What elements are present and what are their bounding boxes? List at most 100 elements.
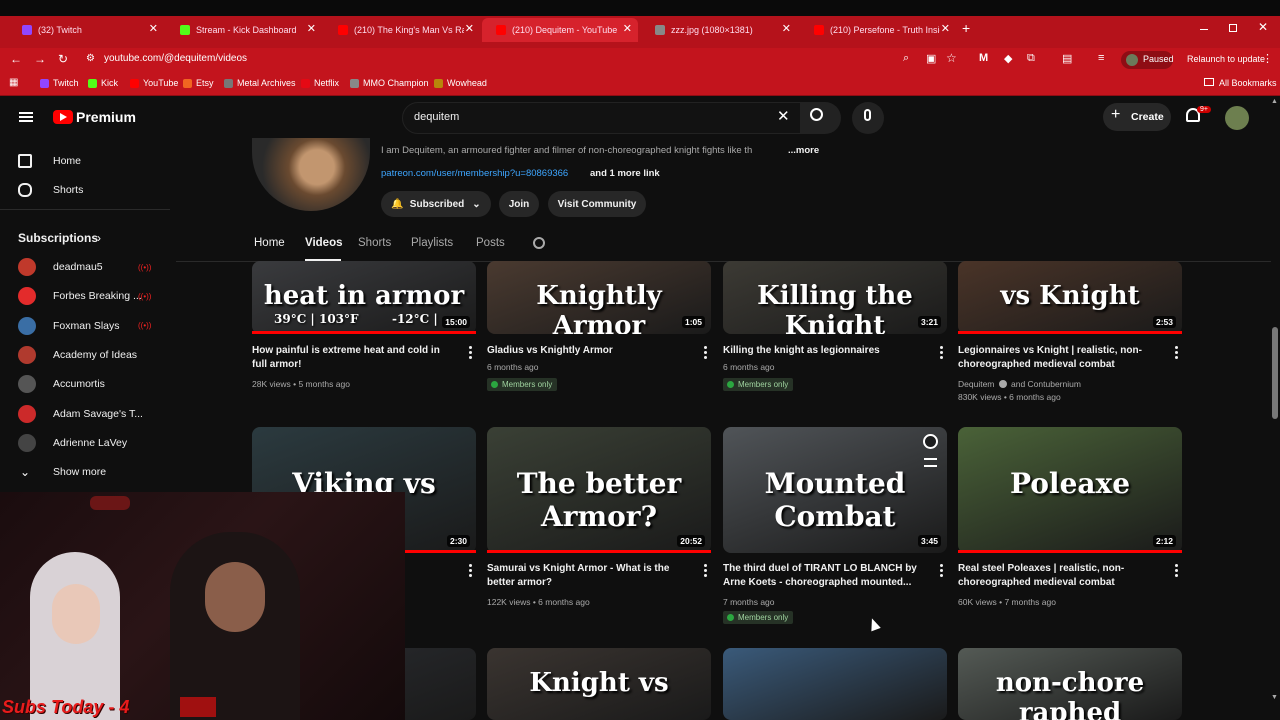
site-info-icon[interactable]: ⚙ bbox=[86, 53, 95, 64]
subscription-item[interactable]: Academy of Ideas bbox=[0, 340, 170, 370]
close-window-button[interactable]: ✕ bbox=[1258, 20, 1268, 34]
premium-logo-text[interactable]: Premium bbox=[76, 109, 136, 125]
bookmark-link[interactable]: YouTube bbox=[130, 78, 178, 88]
video-menu-icon[interactable] bbox=[702, 346, 708, 360]
clear-search-icon[interactable]: ✕ bbox=[777, 107, 790, 125]
video-menu-icon[interactable] bbox=[467, 564, 473, 578]
subscription-item[interactable]: Accumortis bbox=[0, 369, 170, 399]
sidebar-item-shorts[interactable]: Shorts bbox=[0, 175, 170, 205]
video-thumbnail[interactable]: heat in armor 39°C | 103°F -12°C | 15:00 bbox=[252, 261, 476, 334]
video-thumbnail[interactable]: Mounted Combat 3:45 bbox=[723, 427, 947, 553]
apps-grid-icon[interactable]: ▦ bbox=[9, 77, 18, 88]
media-icon[interactable]: ≡ bbox=[1098, 52, 1104, 64]
browser-tab[interactable]: (210) Persefone - Truth Inside The✕ bbox=[800, 18, 956, 42]
channel-search-icon[interactable] bbox=[533, 237, 545, 249]
bookmark-link[interactable]: MMO Champion bbox=[350, 78, 429, 88]
extension-diamond-icon[interactable]: ◆ bbox=[1004, 52, 1012, 65]
bookmark-link[interactable]: Etsy bbox=[183, 78, 214, 88]
forward-icon[interactable]: → bbox=[34, 52, 46, 66]
tab-playlists[interactable]: Playlists bbox=[411, 237, 453, 249]
extension-m-icon[interactable]: M bbox=[979, 52, 988, 64]
video-collab[interactable]: and Contubernium bbox=[1011, 379, 1081, 389]
extensions-puzzle-icon[interactable]: ⧉ bbox=[1027, 52, 1035, 65]
bookmark-link[interactable]: Metal Archives bbox=[224, 78, 296, 88]
visit-community-button[interactable]: Visit Community bbox=[548, 191, 646, 217]
tab-close-icon[interactable]: ✕ bbox=[307, 22, 316, 35]
video-title[interactable]: Legionnaires vs Knight | realistic, non-… bbox=[958, 344, 1158, 372]
subscription-item[interactable]: Adam Savage's T... bbox=[0, 399, 170, 429]
sidebar-item-home[interactable]: Home bbox=[0, 146, 170, 176]
video-menu-icon[interactable] bbox=[1173, 346, 1179, 360]
tab-videos[interactable]: Videos bbox=[305, 237, 343, 249]
video-thumbnail[interactable]: Knightly Armor 1:05 bbox=[487, 261, 711, 334]
show-more-button[interactable]: Show more bbox=[53, 466, 106, 478]
video-menu-icon[interactable] bbox=[702, 564, 708, 578]
search-input[interactable]: dequitem bbox=[414, 111, 459, 123]
tab-close-icon[interactable]: ✕ bbox=[941, 22, 950, 35]
scroll-up-icon[interactable]: ▲ bbox=[1271, 98, 1278, 105]
description-more-link[interactable]: ...more bbox=[788, 145, 819, 156]
video-channel[interactable]: Dequitem bbox=[958, 379, 994, 389]
video-menu-icon[interactable] bbox=[938, 564, 944, 578]
channel-link[interactable]: patreon.com/user/membership?u=80869366 bbox=[381, 168, 568, 179]
bookmark-link[interactable]: Twitch bbox=[40, 78, 79, 88]
tab-posts[interactable]: Posts bbox=[476, 237, 505, 249]
subscription-item[interactable]: Adrienne LaVey bbox=[0, 428, 170, 458]
video-thumbnail[interactable]: vs Knight 2:53 bbox=[958, 261, 1182, 334]
sidepanel-icon[interactable]: ▤ bbox=[1062, 52, 1072, 65]
maximize-button[interactable] bbox=[1229, 24, 1237, 32]
subscribed-button[interactable]: 🔔 Subscribed ⌄ bbox=[381, 191, 491, 217]
bookmark-star-icon[interactable]: ☆ bbox=[946, 51, 957, 65]
tab-home[interactable]: Home bbox=[254, 237, 285, 249]
reload-icon[interactable]: ↻ bbox=[58, 52, 68, 66]
video-title[interactable]: Gladius vs Knightly Armor bbox=[487, 344, 687, 358]
browser-tab[interactable]: (210) Dequitem - YouTube ✕ bbox=[482, 18, 638, 42]
browser-tab[interactable]: Stream - Kick Dashboard ✕ bbox=[166, 18, 322, 42]
tab-close-icon[interactable]: ✕ bbox=[149, 22, 158, 35]
browser-tab[interactable]: (210) The King's Man Vs Rasputin✕ bbox=[324, 18, 480, 42]
tab-close-icon[interactable]: ✕ bbox=[782, 22, 791, 35]
video-title[interactable]: Samurai vs Knight Armor - What is the be… bbox=[487, 562, 687, 590]
scroll-down-icon[interactable]: ▼ bbox=[1271, 694, 1278, 701]
tab-shorts[interactable]: Shorts bbox=[358, 237, 391, 249]
bookmark-link[interactable]: Kick bbox=[88, 78, 118, 88]
video-menu-icon[interactable] bbox=[467, 346, 473, 360]
video-menu-icon[interactable] bbox=[938, 346, 944, 360]
video-thumbnail[interactable]: Killing the Knight 3:21 bbox=[723, 261, 947, 334]
install-icon[interactable]: ▣ bbox=[926, 52, 936, 65]
back-icon[interactable]: ← bbox=[10, 52, 22, 66]
browser-tab[interactable]: (32) Twitch ✕ bbox=[8, 18, 164, 42]
browser-tab[interactable]: zzz.jpg (1080×1381) ✕ bbox=[641, 18, 797, 42]
scrollbar-thumb[interactable] bbox=[1272, 327, 1278, 419]
video-title[interactable]: Killing the knight as legionnaires bbox=[723, 344, 923, 358]
video-thumbnail[interactable]: non-chore raphed bbox=[958, 648, 1182, 720]
add-to-queue-icon[interactable] bbox=[924, 458, 937, 467]
all-bookmarks-link[interactable]: All Bookmarks bbox=[1219, 78, 1277, 88]
relaunch-button[interactable]: Relaunch to update bbox=[1187, 54, 1265, 64]
account-avatar[interactable] bbox=[1225, 106, 1249, 130]
channel-more-links[interactable]: and 1 more link bbox=[590, 168, 660, 179]
subscription-item[interactable]: Foxman Slays ((•)) bbox=[0, 311, 170, 341]
search-box[interactable] bbox=[402, 102, 801, 134]
video-title[interactable]: How painful is extreme heat and cold in … bbox=[252, 344, 452, 372]
zoom-icon[interactable]: ⌕ bbox=[903, 52, 909, 65]
video-thumbnail[interactable]: Poleaxe 2:12 bbox=[958, 427, 1182, 553]
watch-later-icon[interactable] bbox=[923, 434, 938, 449]
video-menu-icon[interactable] bbox=[1173, 564, 1179, 578]
youtube-logo-icon[interactable] bbox=[53, 110, 73, 124]
subscriptions-heading[interactable]: Subscriptions bbox=[18, 231, 98, 245]
url-field[interactable]: youtube.com/@dequitem/videos bbox=[104, 53, 247, 64]
video-thumbnail[interactable]: Knight vs bbox=[487, 648, 711, 720]
video-title[interactable]: The third duel of TIRANT LO BLANCH by Ar… bbox=[723, 562, 923, 590]
tab-close-icon[interactable]: ✕ bbox=[623, 22, 632, 35]
join-button[interactable]: Join bbox=[499, 191, 539, 217]
subscription-item[interactable]: deadmau5 ((•)) bbox=[0, 252, 170, 282]
bookmark-link[interactable]: Netflix bbox=[301, 78, 339, 88]
video-thumbnail[interactable] bbox=[723, 648, 947, 720]
new-tab-button[interactable]: + bbox=[962, 20, 970, 36]
hamburger-menu-icon[interactable] bbox=[19, 112, 33, 122]
minimize-button[interactable] bbox=[1200, 29, 1208, 30]
bookmark-link[interactable]: Wowhead bbox=[434, 78, 487, 88]
video-thumbnail[interactable]: The better Armor? 20:52 bbox=[487, 427, 711, 553]
subscription-item[interactable]: Forbes Breaking ... ((•)) bbox=[0, 281, 170, 311]
